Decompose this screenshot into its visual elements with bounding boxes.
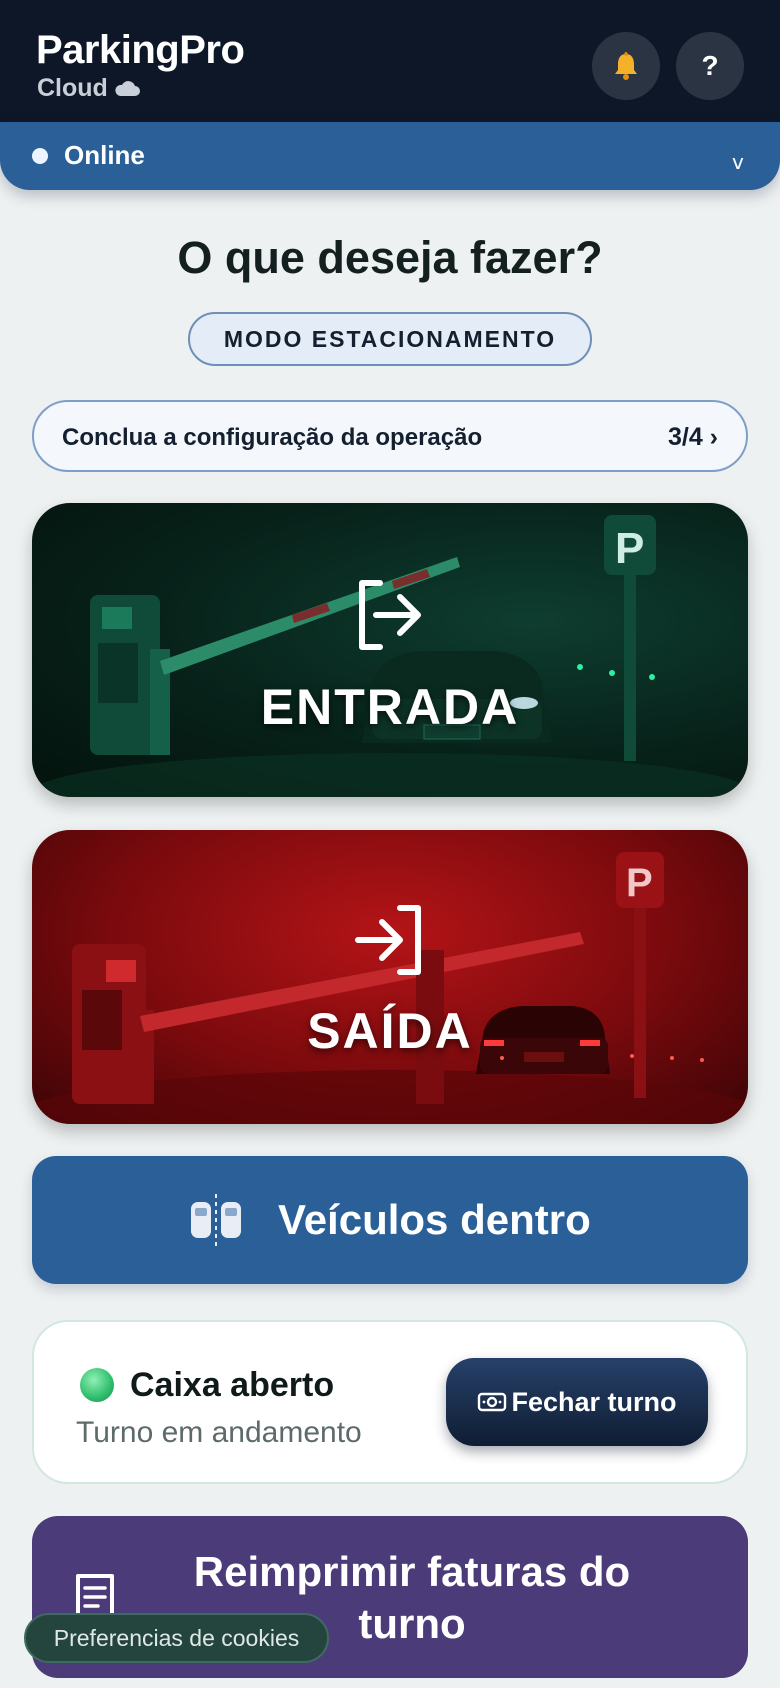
- status-label: Online: [64, 140, 145, 170]
- entry-label: ENTRADA: [260, 679, 520, 735]
- exit-button[interactable]: P SAÍDA: [32, 830, 748, 1124]
- app-sub-label: Cloud: [37, 74, 108, 102]
- exit-label: SAÍDA: [307, 1003, 473, 1059]
- cookie-preferences-label: Preferencias de cookies: [53, 1624, 300, 1651]
- vehicles-inside-label: Veículos dentro: [278, 1196, 591, 1243]
- app-name: ParkingPro: [36, 28, 245, 72]
- bell-icon: [615, 52, 637, 80]
- app-sub: Cloud: [37, 74, 140, 103]
- vehicles-inside-button[interactable]: Veículos dentro: [32, 1156, 748, 1284]
- logout-arrow-icon: [355, 905, 421, 975]
- mode-badge: MODO ESTACIONAMENTO: [188, 312, 592, 366]
- cookie-preferences-button[interactable]: Preferencias de cookies: [24, 1613, 329, 1663]
- status-dot-icon: [32, 148, 48, 164]
- svg-text:P: P: [626, 861, 653, 905]
- entry-button[interactable]: P ENTRADA: [32, 503, 748, 797]
- chevron-down-icon: v: [732, 150, 744, 174]
- cash-register-card: Caixa aberto Turno em andamento Fechar t…: [32, 1320, 748, 1484]
- setup-progress-step: 3/4 ›: [667, 423, 718, 451]
- notifications-button[interactable]: [592, 32, 660, 100]
- cloud-icon: [115, 80, 140, 96]
- parked-cars-icon: [191, 1194, 241, 1246]
- svg-text:P: P: [615, 524, 644, 573]
- help-button[interactable]: ?: [676, 32, 744, 100]
- setup-progress-text: Conclua a configuração da operação: [62, 424, 483, 451]
- help-icon: ?: [701, 50, 719, 81]
- cash-icon: [478, 1392, 507, 1412]
- setup-progress-button[interactable]: Conclua a configuração da operação 3/4 ›: [32, 400, 748, 472]
- login-arrow-icon: [359, 580, 421, 650]
- cash-status-title: Caixa aberto: [130, 1366, 335, 1404]
- app-header: ParkingPro Cloud ?: [0, 0, 780, 122]
- close-shift-label: Fechar turno: [511, 1386, 677, 1417]
- close-shift-button[interactable]: Fechar turno: [446, 1358, 708, 1446]
- cash-status-indicator: [80, 1368, 114, 1402]
- page-title: O que deseja fazer?: [177, 232, 603, 283]
- cash-status-subtitle: Turno em andamento: [76, 1416, 362, 1449]
- connection-status-bar[interactable]: Online v: [0, 122, 780, 190]
